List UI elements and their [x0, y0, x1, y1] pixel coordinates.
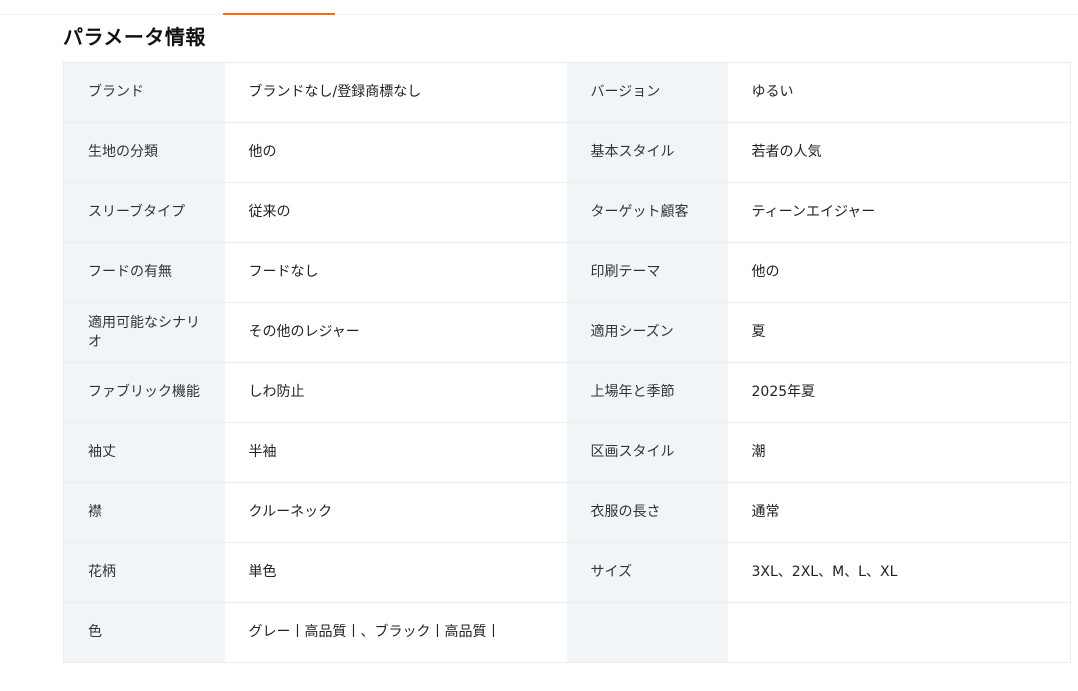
param-label: サイズ	[566, 542, 728, 603]
param-value: クルーネック	[224, 482, 567, 543]
table-row: ブランド ブランドなし/登録商標なし バージョン ゆるい	[63, 62, 1071, 123]
table-row: 色 グレー丨高品質丨、ブラック丨高品質丨	[63, 602, 1071, 663]
param-label: 適用可能なシナリオ	[63, 302, 225, 363]
param-value: しわ防止	[224, 362, 567, 423]
param-value: フードなし	[224, 242, 567, 303]
top-tab-bar	[0, 0, 1078, 15]
param-label	[566, 602, 728, 663]
param-value: 潮	[727, 422, 1071, 483]
param-label: 袖丈	[63, 422, 225, 483]
param-value: 従来の	[224, 182, 567, 243]
param-label: 適用シーズン	[566, 302, 728, 363]
table-row: 袖丈 半袖 区画スタイル 潮	[63, 422, 1071, 483]
active-tab-indicator	[223, 13, 335, 15]
param-label: ファブリック機能	[63, 362, 225, 423]
param-value: グレー丨高品質丨、ブラック丨高品質丨	[224, 602, 567, 663]
param-label: フードの有無	[63, 242, 225, 303]
param-value: ティーンエイジャー	[727, 182, 1071, 243]
param-label: 衣服の長さ	[566, 482, 728, 543]
param-value: その他のレジャー	[224, 302, 567, 363]
param-value: 他の	[224, 122, 567, 183]
param-value: 半袖	[224, 422, 567, 483]
param-value: ゆるい	[727, 62, 1071, 123]
table-row: スリーブタイプ 従来の ターゲット顧客 ティーンエイジャー	[63, 182, 1071, 243]
table-row: 適用可能なシナリオ その他のレジャー 適用シーズン 夏	[63, 302, 1071, 363]
param-label: 区画スタイル	[566, 422, 728, 483]
param-value: 他の	[727, 242, 1071, 303]
param-label: 生地の分類	[63, 122, 225, 183]
param-label: バージョン	[566, 62, 728, 123]
param-label: ターゲット顧客	[566, 182, 728, 243]
param-label: 上場年と季節	[566, 362, 728, 423]
param-value: 通常	[727, 482, 1071, 543]
table-row: 生地の分類 他の 基本スタイル 若者の人気	[63, 122, 1071, 183]
param-value: 2025年夏	[727, 362, 1071, 423]
table-row: 襟 クルーネック 衣服の長さ 通常	[63, 482, 1071, 543]
param-label: 基本スタイル	[566, 122, 728, 183]
table-row: フードの有無 フードなし 印刷テーマ 他の	[63, 242, 1071, 303]
param-value: 若者の人気	[727, 122, 1071, 183]
param-label: 印刷テーマ	[566, 242, 728, 303]
param-label: 花柄	[63, 542, 225, 603]
parameter-table: ブランド ブランドなし/登録商標なし バージョン ゆるい 生地の分類 他の 基本…	[63, 62, 1071, 663]
param-label: 色	[63, 602, 225, 663]
section-title: パラメータ情報	[63, 25, 206, 49]
table-row: ファブリック機能 しわ防止 上場年と季節 2025年夏	[63, 362, 1071, 423]
param-label: スリーブタイプ	[63, 182, 225, 243]
param-value	[727, 602, 1071, 663]
param-value: 単色	[224, 542, 567, 603]
param-value: ブランドなし/登録商標なし	[224, 62, 567, 123]
table-row: 花柄 単色 サイズ 3XL、2XL、M、L、XL	[63, 542, 1071, 603]
param-label: ブランド	[63, 62, 225, 123]
param-value: 夏	[727, 302, 1071, 363]
param-label: 襟	[63, 482, 225, 543]
param-value: 3XL、2XL、M、L、XL	[727, 542, 1071, 603]
